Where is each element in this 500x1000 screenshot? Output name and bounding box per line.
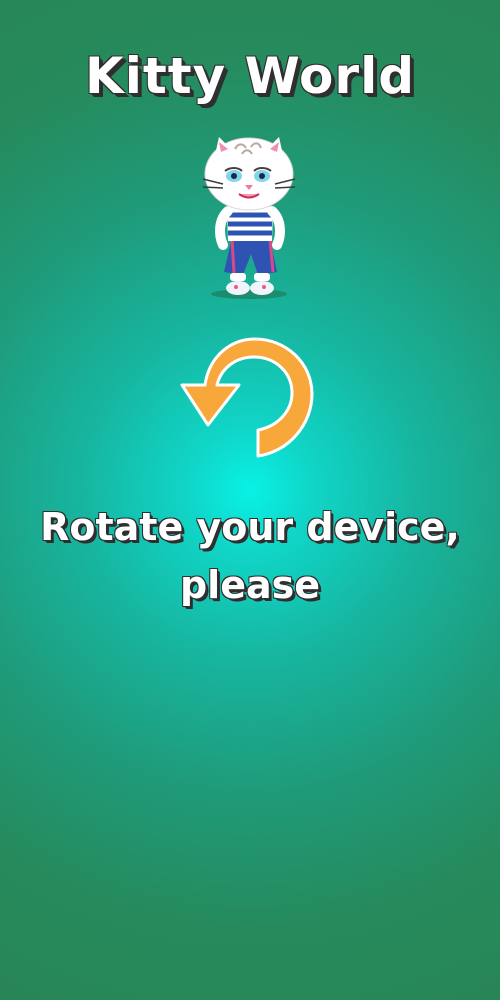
game-title: Kitty World [85,47,415,105]
rotate-message-line-1: Rotate your device, [40,505,460,549]
rotate-arrow-icon [180,337,314,458]
kitty-character-icon [202,137,296,299]
rotate-device-message: Rotate your device, please [0,498,500,614]
rotate-message-line-2: please [179,563,321,607]
rotate-device-screen: Kitty World Rotate your device, please [0,0,500,1000]
